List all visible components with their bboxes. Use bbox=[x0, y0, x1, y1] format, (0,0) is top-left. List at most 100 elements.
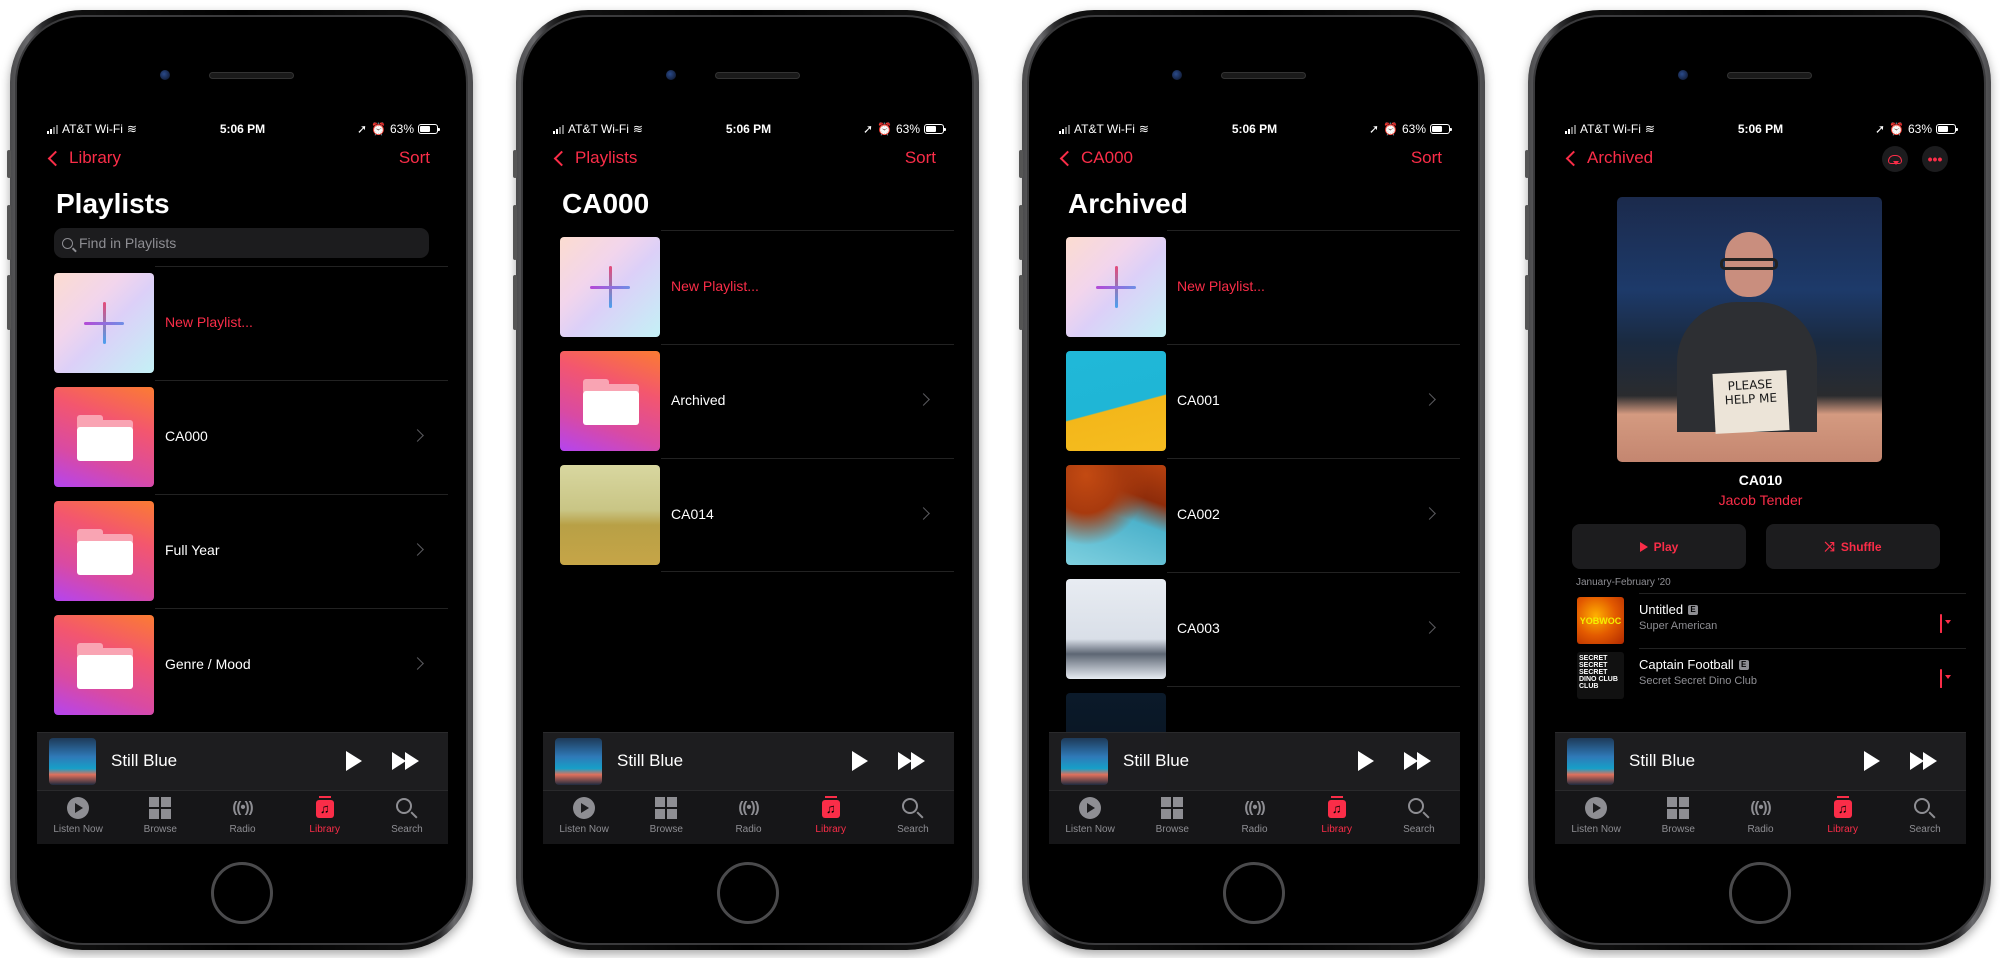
earpiece-speaker bbox=[1727, 72, 1812, 79]
fast-forward-icon[interactable] bbox=[898, 752, 928, 772]
fast-forward-icon[interactable] bbox=[1404, 752, 1434, 772]
tab-label: Listen Now bbox=[53, 824, 103, 835]
play-icon[interactable] bbox=[1864, 751, 1880, 771]
playlist-curator[interactable]: Jacob Tender bbox=[1555, 492, 1966, 508]
tab-browse[interactable]: Browse bbox=[1131, 791, 1213, 844]
sort-button[interactable]: Sort bbox=[1411, 148, 1442, 168]
tab-search[interactable]: Search bbox=[366, 791, 448, 844]
chevron-right-icon bbox=[411, 543, 424, 556]
artwork-text: SECRET SECRET SECRET DINO CLUB CLUB bbox=[1579, 655, 1618, 690]
status-bar: AT&T Wi-Fi ≋ 5:06 PM ➚ ⏰ 63% bbox=[1049, 116, 1460, 140]
tab-listen-now[interactable]: Listen Now bbox=[37, 791, 119, 844]
tab-browse[interactable]: Browse bbox=[1637, 791, 1719, 844]
tab-search[interactable]: Search bbox=[872, 791, 954, 844]
search-placeholder: Find in Playlists bbox=[79, 235, 177, 251]
list-item[interactable]: CA003 bbox=[1049, 572, 1460, 686]
sort-button[interactable]: Sort bbox=[905, 148, 936, 168]
list-item[interactable]: Full Year bbox=[37, 494, 448, 608]
search-icon bbox=[1913, 798, 1930, 814]
music-note-icon: ♫ bbox=[821, 796, 840, 818]
sort-button[interactable]: Sort bbox=[399, 148, 430, 168]
tab-label: Library bbox=[1321, 824, 1352, 835]
status-bar: AT&T Wi-Fi ≋ 5:06 PM ➚ ⏰ 63% bbox=[1555, 116, 1966, 140]
tab-bar: Listen Now Browse ((•)) Radio ♫ Library Se… bbox=[543, 790, 954, 844]
list-item[interactable]: Archived bbox=[543, 344, 954, 458]
grid-icon bbox=[1161, 797, 1184, 819]
back-button[interactable]: Library bbox=[45, 148, 121, 168]
tab-radio[interactable]: ((•)) Radio bbox=[1719, 791, 1801, 844]
mini-player[interactable]: Still Blue bbox=[543, 732, 954, 790]
tab-radio[interactable]: ((•)) Radio bbox=[707, 791, 789, 844]
play-circle-icon bbox=[1079, 797, 1102, 819]
tab-listen-now[interactable]: Listen Now bbox=[1049, 791, 1131, 844]
list-item-new-playlist[interactable]: New Playlist... bbox=[37, 266, 448, 380]
play-button[interactable]: Play bbox=[1572, 524, 1746, 569]
tab-library[interactable]: ♫ Library bbox=[1802, 791, 1884, 844]
track-row[interactable]: SECRET SECRET SECRET DINO CLUB CLUB Capt… bbox=[1555, 648, 1966, 703]
chevron-right-icon bbox=[411, 657, 424, 670]
tab-radio[interactable]: ((•)) Radio bbox=[201, 791, 283, 844]
list-item-new-playlist[interactable]: New Playlist... bbox=[1049, 230, 1460, 344]
list-item[interactable]: CA000 bbox=[37, 380, 448, 494]
home-button[interactable] bbox=[1729, 862, 1791, 924]
home-button[interactable] bbox=[1223, 862, 1285, 924]
more-button[interactable]: ••• bbox=[1922, 146, 1948, 172]
tab-library[interactable]: ♫ Library bbox=[790, 791, 872, 844]
home-button[interactable] bbox=[717, 862, 779, 924]
fast-forward-icon[interactable] bbox=[1910, 752, 1940, 772]
play-label: Play bbox=[1653, 539, 1679, 554]
track-row[interactable]: YOBWOC Untitled E Super American bbox=[1555, 593, 1966, 648]
back-button[interactable]: Archived bbox=[1563, 148, 1653, 168]
tab-label: Library bbox=[815, 824, 846, 835]
home-button[interactable] bbox=[211, 862, 273, 924]
playlist-artwork: PLEASE HELP ME bbox=[1617, 197, 1882, 462]
now-playing-artwork bbox=[1061, 738, 1108, 785]
bridge-photo-artwork bbox=[560, 465, 660, 565]
tab-listen-now[interactable]: Listen Now bbox=[1555, 791, 1637, 844]
tab-radio[interactable]: ((•)) Radio bbox=[1213, 791, 1295, 844]
tab-label: Listen Now bbox=[1571, 824, 1621, 835]
mini-player[interactable]: Still Blue bbox=[1555, 732, 1966, 790]
location-icon: ➚ bbox=[356, 122, 368, 136]
back-button[interactable]: Playlists bbox=[551, 148, 637, 168]
tab-search[interactable]: Search bbox=[1378, 791, 1460, 844]
row-label: New Playlist... bbox=[165, 314, 253, 330]
front-camera bbox=[1172, 70, 1182, 80]
front-camera bbox=[1678, 70, 1688, 80]
list-item[interactable]: Genre / Mood bbox=[37, 608, 448, 722]
screen-playlists: AT&T Wi-Fi ≋ 5:06 PM ➚ ⏰ 63% Library Sort P… bbox=[37, 116, 448, 844]
list-item[interactable]: CA001 bbox=[1049, 344, 1460, 458]
playlist-list: New Playlist... Archived CA014 bbox=[543, 230, 954, 572]
download-track-button[interactable] bbox=[1940, 614, 1942, 633]
download-button[interactable] bbox=[1882, 146, 1908, 172]
explicit-badge: E bbox=[1688, 604, 1699, 615]
grid-icon bbox=[149, 797, 172, 819]
mini-player[interactable]: Still Blue bbox=[1049, 732, 1460, 790]
mini-player[interactable]: Still Blue bbox=[37, 732, 448, 790]
tab-search[interactable]: Search bbox=[1884, 791, 1966, 844]
track-artist: Secret Secret Dino Club bbox=[1639, 675, 1757, 687]
tab-listen-now[interactable]: Listen Now bbox=[543, 791, 625, 844]
front-camera bbox=[666, 70, 676, 80]
location-icon: ➚ bbox=[862, 122, 874, 136]
now-playing-title: Still Blue bbox=[617, 751, 684, 770]
search-input[interactable]: Find in Playlists bbox=[54, 228, 429, 258]
back-button[interactable]: CA000 bbox=[1057, 148, 1133, 168]
tab-label: Library bbox=[1827, 824, 1858, 835]
battery-percent: 63% bbox=[1907, 122, 1932, 136]
shuffle-button[interactable]: ⤨ Shuffle bbox=[1766, 524, 1940, 569]
tab-browse[interactable]: Browse bbox=[119, 791, 201, 844]
fast-forward-icon[interactable] bbox=[392, 752, 422, 772]
tab-browse[interactable]: Browse bbox=[625, 791, 707, 844]
download-track-button[interactable] bbox=[1940, 669, 1942, 688]
tab-library[interactable]: ♫ Library bbox=[284, 791, 366, 844]
list-item[interactable]: CA014 bbox=[543, 458, 954, 572]
tab-library[interactable]: ♫ Library bbox=[1296, 791, 1378, 844]
play-icon[interactable] bbox=[852, 751, 868, 771]
list-item[interactable]: CA002 bbox=[1049, 458, 1460, 572]
play-icon[interactable] bbox=[346, 751, 362, 771]
track-title: Captain Football bbox=[1639, 657, 1734, 672]
list-item-new-playlist[interactable]: New Playlist... bbox=[543, 230, 954, 344]
play-icon[interactable] bbox=[1358, 751, 1374, 771]
explicit-badge: E bbox=[1738, 659, 1749, 670]
